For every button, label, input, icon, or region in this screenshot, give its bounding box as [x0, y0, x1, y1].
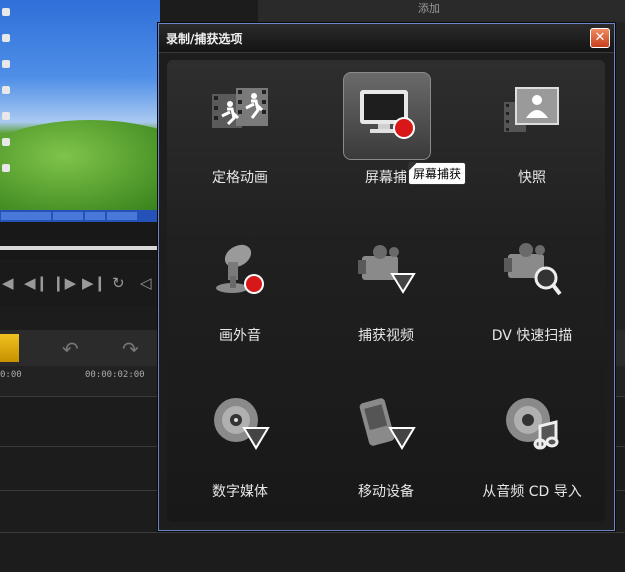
screen-capture-icon — [356, 82, 416, 142]
option-screen-capture[interactable]: 屏幕捕 — [313, 72, 459, 222]
scrub-bar[interactable] — [0, 222, 160, 260]
desktop-icon — [2, 34, 10, 42]
option-label: 捕获视频 — [358, 328, 414, 344]
tick-label: 0:00 — [0, 370, 22, 380]
end-icon[interactable]: ▶❙ — [82, 274, 106, 292]
option-label: 快照 — [518, 170, 546, 186]
record-capture-dialog: 录制/捕获选项 ✕ 定格动画 屏幕捕 快照 画外音 捕获视频 DV 快速扫描 数… — [158, 23, 615, 531]
timeline-mode-button[interactable] — [0, 334, 19, 362]
options-panel: 定格动画 屏幕捕 快照 画外音 捕获视频 DV 快速扫描 数字媒体 移动设备 从… — [167, 60, 605, 522]
video-preview — [0, 0, 160, 222]
option-label: 定格动画 — [212, 170, 268, 186]
add-tab[interactable]: 添加 — [418, 0, 440, 16]
option-snapshot[interactable]: 快照 — [459, 72, 605, 222]
dv-quick-scan-icon — [502, 240, 562, 300]
tooltip: 屏幕捕获 — [408, 162, 467, 185]
audio-cd-import-icon — [502, 396, 562, 456]
transport-controls: ◀ ◀❙ ❙▶ ▶❙ ↻ ◁ — [0, 262, 160, 306]
tick-label: 00:00:02:00 — [85, 370, 145, 380]
snapshot-icon — [502, 82, 562, 142]
dialog-title: 录制/捕获选项 — [166, 32, 243, 46]
close-button[interactable]: ✕ — [590, 28, 610, 48]
option-mobile-device[interactable]: 移动设备 — [313, 386, 459, 536]
option-label: 画外音 — [219, 328, 261, 344]
option-capture-video[interactable]: 捕获视频 — [313, 230, 459, 380]
option-voiceover[interactable]: 画外音 — [167, 230, 313, 380]
desktop-icon — [2, 60, 10, 68]
option-audio-cd-import[interactable]: 从音频 CD 导入 — [459, 386, 605, 536]
top-toolbar: 添加 — [258, 0, 625, 23]
stop-motion-icon — [210, 82, 270, 142]
desktop-icon — [2, 8, 10, 16]
option-label: DV 快速扫描 — [491, 328, 573, 344]
option-digital-media[interactable]: 数字媒体 — [167, 386, 313, 536]
capture-video-icon — [356, 240, 416, 300]
preview-taskbar — [0, 210, 160, 222]
option-label: 数字媒体 — [212, 484, 268, 500]
option-dv-quick-scan[interactable]: DV 快速扫描 — [459, 230, 605, 380]
undo-icon[interactable]: ↶ — [62, 337, 79, 361]
option-label: 从音频 CD 导入 — [482, 484, 582, 500]
prev-icon[interactable]: ◀ — [2, 274, 14, 292]
repeat-icon[interactable]: ↻ — [112, 274, 125, 292]
voiceover-icon — [210, 240, 270, 300]
redo-icon[interactable]: ↷ — [122, 337, 139, 361]
desktop-icon — [2, 164, 10, 172]
desktop-icon — [2, 112, 10, 120]
step-forward-icon[interactable]: ❙▶ — [52, 274, 76, 292]
option-label: 移动设备 — [358, 484, 414, 500]
step-back-icon[interactable]: ◀❙ — [24, 274, 48, 292]
mobile-device-icon — [356, 396, 416, 456]
desktop-icon — [2, 86, 10, 94]
option-stop-motion[interactable]: 定格动画 — [167, 72, 313, 222]
volume-icon[interactable]: ◁ — [140, 274, 152, 292]
digital-media-icon — [210, 396, 270, 456]
dialog-titlebar[interactable]: 录制/捕获选项 ✕ — [159, 24, 614, 53]
desktop-icon — [2, 138, 10, 146]
